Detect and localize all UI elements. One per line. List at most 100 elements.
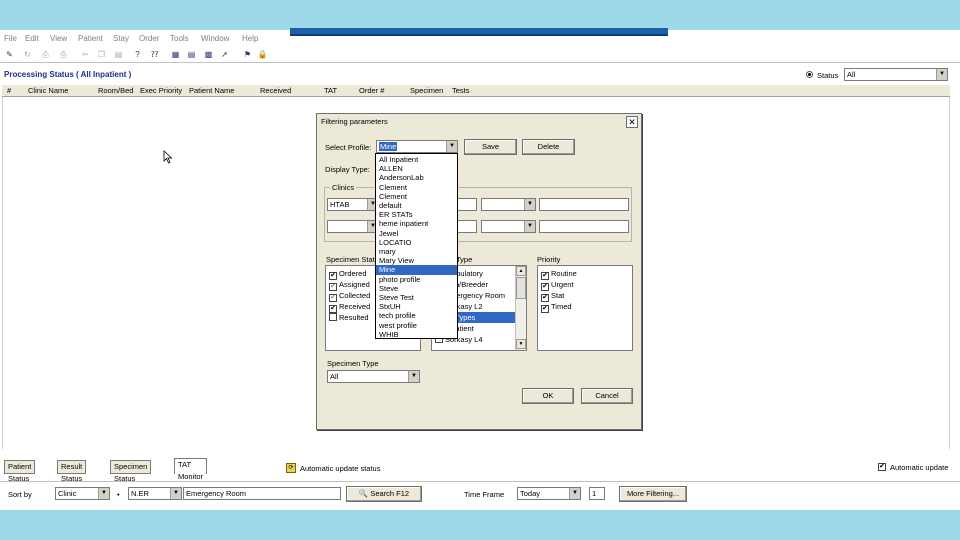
profile-option[interactable]: heme inpatient bbox=[376, 219, 457, 228]
tab-tat-monitor[interactable]: TAT Monitor bbox=[174, 458, 208, 481]
checkbox-icon[interactable] bbox=[329, 313, 337, 321]
chart-icon[interactable]: ▦ bbox=[170, 49, 181, 60]
col-tests[interactable]: Tests bbox=[452, 86, 470, 95]
tab-specimen-status[interactable]: Specimen Status bbox=[110, 460, 152, 483]
delete-button[interactable]: Delete bbox=[522, 139, 575, 155]
clinic-name-field-4[interactable] bbox=[539, 220, 629, 233]
time-frame-select[interactable]: Today ▼ bbox=[517, 487, 581, 500]
menu-file[interactable]: File bbox=[4, 34, 17, 43]
specimen-status-ordered[interactable]: ✔ Ordered bbox=[329, 268, 367, 280]
menu-edit[interactable]: Edit bbox=[25, 34, 39, 43]
profile-option[interactable]: AndersonLab bbox=[376, 173, 457, 182]
status-message: Automatic update status bbox=[300, 464, 381, 473]
cut-icon[interactable]: ✂ bbox=[80, 49, 91, 60]
profile-option[interactable]: Jewel bbox=[376, 229, 457, 238]
save-button[interactable]: Save bbox=[464, 139, 517, 155]
refresh-icon[interactable]: ↻ bbox=[22, 49, 33, 60]
priority-routine[interactable]: ✔ Routine bbox=[541, 268, 577, 280]
tab-patient-status[interactable]: Patient Status bbox=[4, 460, 36, 483]
profile-dropdown-list: All Inpatient ALLEN AndersonLab Clement … bbox=[375, 153, 458, 339]
specimen-status-collected[interactable]: ✔ Collected bbox=[329, 290, 370, 302]
col-exec-priority[interactable]: Exec Priority bbox=[140, 86, 182, 95]
scroll-down-icon[interactable]: ▼ bbox=[516, 339, 526, 349]
specimen-status-received[interactable]: ✔ Received bbox=[329, 301, 370, 313]
profile-option[interactable]: Steve bbox=[376, 284, 457, 293]
col-patient-name[interactable]: Patient Name bbox=[189, 86, 234, 95]
menu-help[interactable]: Help bbox=[242, 34, 258, 43]
auto-update-checkbox[interactable]: ✔ bbox=[878, 463, 886, 471]
type-list-scrollbar[interactable]: ▲ ▼ bbox=[515, 266, 526, 350]
sort-select[interactable]: Clinic ▼ bbox=[55, 487, 110, 500]
checkbox-icon[interactable]: ✔ bbox=[541, 305, 549, 313]
profile-option[interactable]: west profile bbox=[376, 321, 457, 330]
menu-patient[interactable]: Patient bbox=[78, 34, 103, 43]
tab-result-status[interactable]: Result Status bbox=[57, 460, 87, 483]
profile-option[interactable]: WHIB bbox=[376, 330, 457, 339]
scroll-up-icon[interactable]: ▲ bbox=[516, 266, 526, 276]
menu-order[interactable]: Order bbox=[139, 34, 159, 43]
days-field[interactable]: 1 bbox=[589, 487, 605, 500]
col-specimen[interactable]: Specimen bbox=[410, 86, 443, 95]
col-number[interactable]: # bbox=[7, 86, 11, 95]
edit-icon[interactable]: ✎ bbox=[4, 49, 15, 60]
flag-icon[interactable]: ⚑ bbox=[242, 49, 253, 60]
clinic-code-select[interactable]: N.ER ▼ bbox=[128, 487, 182, 500]
priority-stat[interactable]: ✔ Stat bbox=[541, 290, 564, 302]
status-radio[interactable] bbox=[806, 71, 813, 78]
clinic-select-2[interactable]: ▼ bbox=[481, 198, 536, 211]
priority-urgent[interactable]: ✔ Urgent bbox=[541, 279, 574, 291]
profile-option[interactable]: photo profile bbox=[376, 275, 457, 284]
help-icon[interactable]: ? bbox=[132, 49, 143, 60]
arrow-icon[interactable]: ➚ bbox=[219, 49, 230, 60]
grid-icon[interactable]: ▩ bbox=[203, 49, 214, 60]
priority-timed[interactable]: ✔ Timed bbox=[541, 301, 572, 313]
profile-option[interactable]: Mary View bbox=[376, 256, 457, 265]
profile-option[interactable]: All Inpatient bbox=[376, 155, 457, 164]
profile-option[interactable]: tech profile bbox=[376, 311, 457, 320]
profile-option[interactable]: ER STATs bbox=[376, 210, 457, 219]
col-received[interactable]: Received bbox=[260, 86, 291, 95]
profile-option[interactable]: Steve Test bbox=[376, 293, 457, 302]
clinic-name-field-2[interactable] bbox=[539, 198, 629, 211]
more-filtering-button[interactable]: More Filtering... bbox=[619, 486, 687, 502]
ok-button[interactable]: OK bbox=[522, 388, 574, 404]
clinic-select-1[interactable]: HTAB ▼ bbox=[327, 198, 379, 211]
status-select[interactable]: All ▼ bbox=[844, 68, 948, 81]
paste-icon[interactable]: ▤ bbox=[113, 49, 124, 60]
lock-icon[interactable]: 🔒 bbox=[257, 49, 268, 60]
col-room-bed[interactable]: Room/Bed bbox=[98, 86, 133, 95]
profile-option[interactable]: StxUH bbox=[376, 302, 457, 311]
profile-option[interactable]: ALLEN bbox=[376, 164, 457, 173]
print-preview-icon[interactable]: ⎙ bbox=[40, 49, 51, 60]
menu-view[interactable]: View bbox=[50, 34, 67, 43]
close-icon[interactable]: ✕ bbox=[626, 116, 638, 128]
cancel-button[interactable]: Cancel bbox=[581, 388, 633, 404]
profile-option-selected[interactable]: Mine bbox=[376, 265, 457, 275]
search-button[interactable]: 🔍 Search F12 bbox=[346, 486, 422, 502]
profile-option[interactable]: LOCATIO bbox=[376, 238, 457, 247]
clinic-name-field-3[interactable] bbox=[457, 220, 477, 233]
menu-stay[interactable]: Stay bbox=[113, 34, 129, 43]
scroll-thumb[interactable] bbox=[516, 277, 526, 299]
option-label: Ordered bbox=[339, 269, 367, 278]
context-help-icon[interactable]: ⁇ bbox=[149, 49, 160, 60]
clinic-name-field-1[interactable] bbox=[457, 198, 477, 211]
specimen-status-resulted[interactable]: Resulted bbox=[329, 312, 369, 323]
menu-window[interactable]: Window bbox=[201, 34, 229, 43]
col-order-number[interactable]: Order # bbox=[359, 86, 384, 95]
report-icon[interactable]: ▤ bbox=[186, 49, 197, 60]
copy-icon[interactable]: ❐ bbox=[96, 49, 107, 60]
specimen-type-select[interactable]: All ▼ bbox=[327, 370, 420, 383]
profile-select[interactable]: Mine ▼ bbox=[376, 140, 458, 153]
specimen-status-assigned[interactable]: ✔ Assigned bbox=[329, 279, 370, 291]
profile-option[interactable]: Clement bbox=[376, 192, 457, 201]
col-tat[interactable]: TAT bbox=[324, 86, 337, 95]
menu-tools[interactable]: Tools bbox=[170, 34, 189, 43]
clinic-select-3[interactable]: ▼ bbox=[327, 220, 379, 233]
profile-option[interactable]: mary bbox=[376, 247, 457, 256]
col-clinic-name[interactable]: Clinic Name bbox=[28, 86, 68, 95]
clinic-select-4[interactable]: ▼ bbox=[481, 220, 536, 233]
profile-option[interactable]: default bbox=[376, 201, 457, 210]
profile-option[interactable]: Clement bbox=[376, 183, 457, 192]
print-icon[interactable]: ⎙ bbox=[58, 49, 69, 60]
